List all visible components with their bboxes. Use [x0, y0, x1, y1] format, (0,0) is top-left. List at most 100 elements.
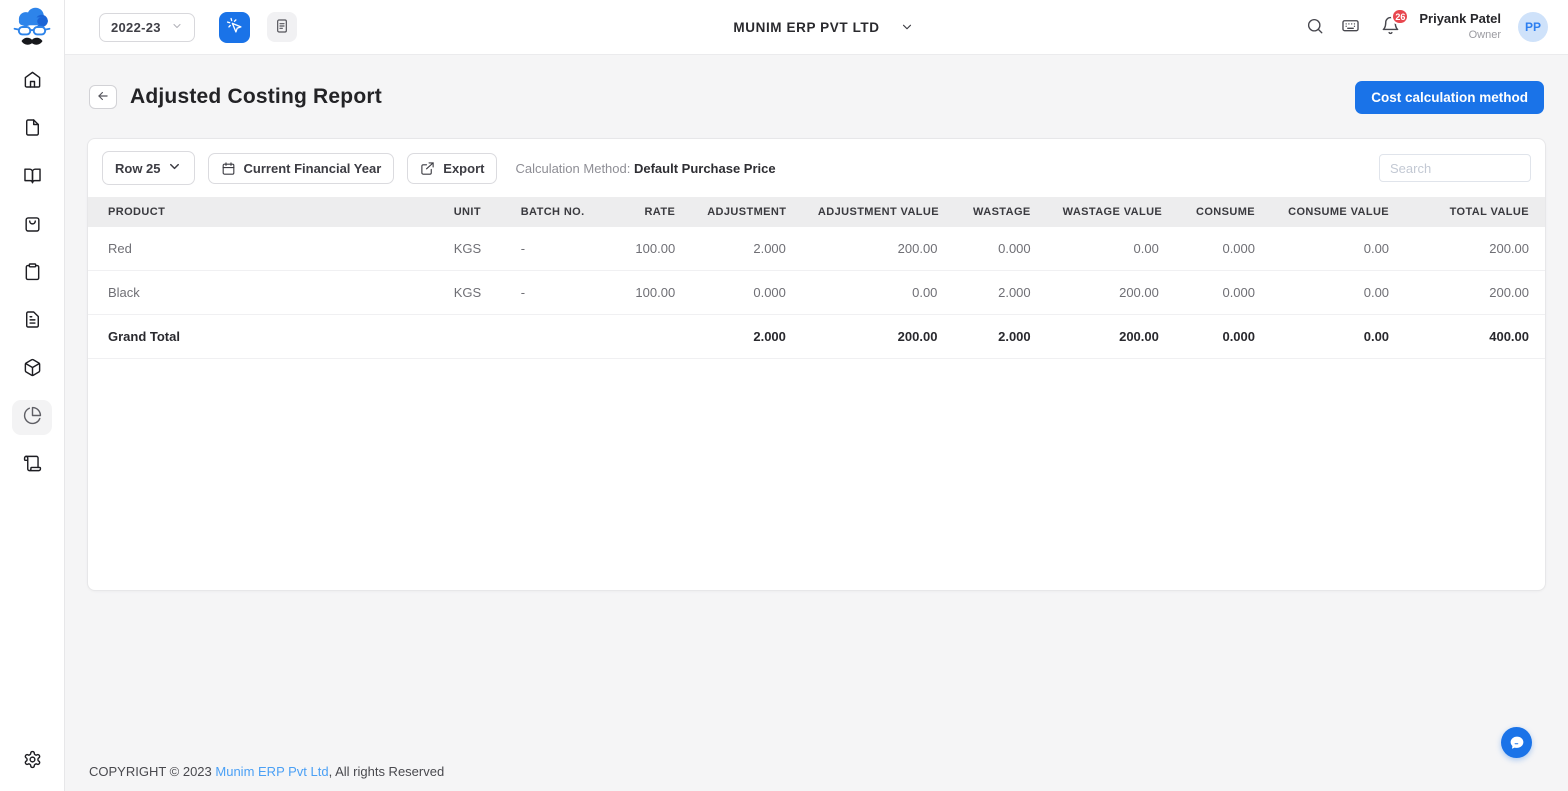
app-window: 2022-23 MUNIM ERP PVT LTD 26 Priyank Pat… [0, 0, 1568, 791]
cell-rate: 100.00 [600, 270, 692, 316]
row-count-select[interactable]: Row 25 [102, 151, 195, 186]
page-content: Adjusted Costing Report Cost calculation… [65, 55, 1568, 756]
sidebar-item-documents[interactable] [12, 112, 52, 147]
cell-adjustment: 2.000 [691, 227, 802, 272]
page-title: Adjusted Costing Report [130, 85, 382, 109]
cell-total-value: 400.00 [1405, 314, 1545, 360]
chevron-down-icon [167, 159, 182, 177]
column-header-adjustment-value: ADJUSTMENT VALUE [801, 197, 954, 228]
notifications-button[interactable]: 26 [1381, 8, 1410, 38]
grand-total-row: Grand Total 2.000 200.00 2.000 200.00 0.… [88, 314, 1545, 360]
cell-total-value: 200.00 [1405, 227, 1545, 272]
cell-wastage-value: 200.00 [1046, 270, 1175, 316]
report-table: PRODUCT UNIT BATCH NO. RATE ADJUSTMENT A… [88, 197, 1545, 360]
export-label: Export [443, 160, 485, 176]
cell-wastage: 0.000 [953, 227, 1047, 272]
home-icon [23, 70, 42, 94]
cost-calculation-method-button[interactable]: Cost calculation method [1355, 80, 1544, 114]
avatar[interactable]: PP [1518, 12, 1549, 42]
package-icon [23, 358, 42, 382]
column-header-adjustment: ADJUSTMENT [691, 197, 802, 228]
cell-consume-value: 0.00 [1271, 270, 1406, 316]
back-button[interactable] [89, 85, 117, 110]
notes-icon [274, 18, 290, 37]
cell-adjustment: 0.000 [691, 270, 802, 316]
report-toolbar: Row 25 Current Financial Year Export Cal… [88, 139, 1545, 197]
cell-product: Red [88, 227, 438, 272]
user-role: Owner [1468, 29, 1502, 42]
column-header-rate: RATE [600, 197, 692, 228]
user-menu[interactable]: Priyank Patel Owner [1419, 11, 1501, 42]
cell-adjustment-value: 200.00 [801, 227, 954, 272]
column-header-consume: CONSUME [1174, 197, 1272, 228]
topbar-right: 26 Priyank Patel Owner PP [914, 8, 1549, 42]
chevron-down-icon [171, 20, 183, 35]
calculation-method-text: Calculation Method: Default Purchase Pri… [515, 161, 775, 176]
copyright-text: COPYRIGHT © 2023 [89, 764, 216, 779]
pie-chart-icon [23, 406, 42, 430]
click-action-icon [226, 17, 243, 37]
column-header-product: PRODUCT [88, 197, 438, 228]
sidebar-item-home[interactable] [12, 64, 52, 99]
shortcuts-button[interactable] [1341, 16, 1360, 38]
cell-unit: KGS [437, 270, 505, 316]
financial-year-filter-label: Current Financial Year [243, 160, 382, 176]
sidebar-item-settings[interactable] [12, 744, 52, 779]
sidebar [0, 0, 65, 791]
quick-action-button[interactable] [218, 11, 250, 43]
cell-consume: 0.000 [1174, 270, 1272, 316]
cell-rate [600, 314, 692, 360]
search-icon [1306, 17, 1324, 38]
sidebar-item-purchase[interactable] [12, 256, 52, 291]
cell-batch-no [504, 314, 601, 360]
user-name: Priyank Patel [1419, 11, 1502, 27]
sidebar-item-billing[interactable] [12, 448, 52, 483]
sidebar-item-sales[interactable] [12, 208, 52, 243]
invoice-icon [23, 310, 42, 334]
export-button[interactable]: Export [407, 152, 498, 184]
search-button[interactable] [1306, 17, 1324, 38]
main-area: 2022-23 MUNIM ERP PVT LTD 26 Priyank Pat… [65, 0, 1568, 791]
cell-wastage-value: 200.00 [1046, 314, 1175, 360]
rights-text: , All rights Reserved [328, 764, 445, 779]
cell-batch-no: - [504, 270, 601, 316]
cell-rate: 100.00 [600, 227, 692, 272]
notification-count-badge: 26 [1391, 8, 1410, 25]
notes-button[interactable] [266, 12, 297, 42]
cell-unit [437, 314, 505, 360]
chat-bubble-icon [1508, 734, 1526, 752]
company-name: MUNIM ERP PVT LTD [733, 19, 880, 35]
company-switcher[interactable]: MUNIM ERP PVT LTD [733, 20, 913, 35]
cell-unit: KGS [437, 227, 505, 272]
chat-support-button[interactable] [1501, 727, 1532, 758]
search-input[interactable] [1379, 154, 1531, 183]
cell-product: Black [88, 270, 438, 316]
table-row[interactable]: Black KGS - 100.00 0.000 0.00 2.000 200.… [88, 270, 1545, 316]
report-card: Row 25 Current Financial Year Export Cal… [87, 138, 1546, 592]
financial-year-filter-button[interactable]: Current Financial Year [207, 152, 395, 184]
book-icon [23, 166, 42, 190]
cell-total-value: 200.00 [1405, 270, 1545, 316]
financial-year-value: 2022-23 [111, 19, 161, 35]
sidebar-item-inventory[interactable] [12, 352, 52, 387]
column-header-wastage: WASTAGE [953, 197, 1047, 228]
financial-year-select[interactable]: 2022-23 [99, 12, 195, 42]
receipt-scroll-icon [23, 454, 42, 478]
topbar: 2022-23 MUNIM ERP PVT LTD 26 Priyank Pat… [65, 0, 1568, 55]
sidebar-item-invoices[interactable] [12, 304, 52, 339]
sidebar-item-reports[interactable] [12, 400, 52, 435]
footer: COPYRIGHT © 2023 Munim ERP Pvt Ltd, All … [65, 756, 1568, 791]
calculation-method-value: Default Purchase Price [633, 160, 776, 176]
settings-gear-icon [23, 750, 42, 774]
cell-adjustment: 2.000 [691, 314, 802, 360]
row-count-label: Row 25 [115, 160, 161, 176]
cell-consume: 0.000 [1174, 314, 1272, 360]
table-header: PRODUCT UNIT BATCH NO. RATE ADJUSTMENT A… [88, 197, 1545, 228]
calculation-method-label: Calculation Method: [515, 160, 631, 176]
table-row[interactable]: Red KGS - 100.00 2.000 200.00 0.000 0.00… [88, 227, 1545, 272]
cell-adjustment-value: 200.00 [801, 314, 954, 360]
sidebar-item-ledger[interactable] [12, 160, 52, 195]
company-link[interactable]: Munim ERP Pvt Ltd [215, 764, 328, 779]
document-icon [23, 118, 42, 142]
topbar-left: 2022-23 [99, 11, 733, 43]
